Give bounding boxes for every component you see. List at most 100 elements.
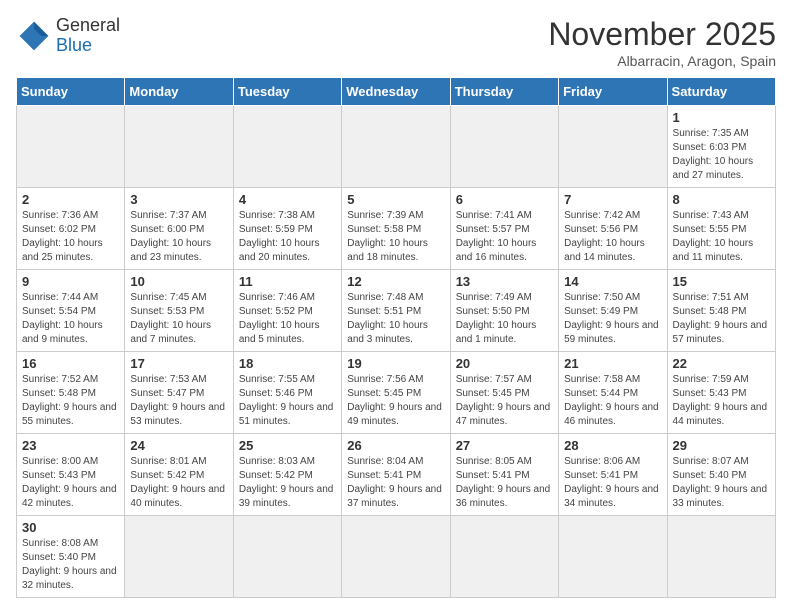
calendar-cell: 4 Sunrise: 7:38 AM Sunset: 5:59 PM Daylig… [233,188,341,270]
calendar-cell: 24Sunrise: 8:01 AM Sunset: 5:42 PM Dayli… [125,434,233,516]
cell-info: Sunrise: 8:00 AM Sunset: 5:43 PM Dayligh… [22,455,119,511]
calendar-cell: 12 Sunrise: 7:48 AM Sunset: 5:51 PM Dayli… [342,270,450,352]
cell-info: Sunrise: 7:43 AM Sunset: 5:55 PM Dayligh… [673,209,770,265]
cell-info: Sunrise: 7:45 AM Sunset: 5:53 PM Dayligh… [130,291,227,347]
date-number: 13 [456,274,553,289]
date-number: 12 [347,274,444,289]
date-number: 18 [239,356,336,371]
cell-info: Sunrise: 7:52 AM Sunset: 5:48 PM Dayligh… [22,373,119,429]
date-number: 30 [22,520,119,535]
calendar-cell: 20Sunrise: 7:57 AM Sunset: 5:45 PM Dayli… [450,352,558,434]
calendar-row-3: 16Sunrise: 7:52 AM Sunset: 5:48 PM Dayli… [17,352,776,434]
calendar-row-4: 23 Sunrise: 8:00 AM Sunset: 5:43 PM Dayli… [17,434,776,516]
calendar-row-0: 1Sunrise: 7:35 AM Sunset: 6:03 PM Daylig… [17,106,776,188]
calendar-cell: 7 Sunrise: 7:42 AM Sunset: 5:56 PM Daylig… [559,188,667,270]
date-number: 28 [564,438,661,453]
calendar-cell: 17 Sunrise: 7:53 AM Sunset: 5:47 PM Dayli… [125,352,233,434]
calendar-cell: 13 Sunrise: 7:49 AM Sunset: 5:50 PM Dayli… [450,270,558,352]
calendar-row-2: 9Sunrise: 7:44 AM Sunset: 5:54 PM Daylig… [17,270,776,352]
cell-info: Sunrise: 7:35 AM Sunset: 6:03 PM Dayligh… [673,127,770,183]
cell-info: Sunrise: 7:49 AM Sunset: 5:50 PM Dayligh… [456,291,553,347]
date-number: 23 [22,438,119,453]
date-number: 21 [564,356,661,371]
logo-text: General Blue [56,16,120,56]
calendar-cell: 1Sunrise: 7:35 AM Sunset: 6:03 PM Daylig… [667,106,775,188]
date-number: 7 [564,192,661,207]
cell-info: Sunrise: 7:42 AM Sunset: 5:56 PM Dayligh… [564,209,661,265]
day-header-monday: Monday [125,78,233,106]
cell-info: Sunrise: 8:06 AM Sunset: 5:41 PM Dayligh… [564,455,661,511]
calendar-row-5: 30 Sunrise: 8:08 AM Sunset: 5:40 PM Dayli… [17,516,776,598]
day-header-wednesday: Wednesday [342,78,450,106]
date-number: 3 [130,192,227,207]
calendar-cell [233,516,341,598]
calendar-cell: 2Sunrise: 7:36 AM Sunset: 6:02 PM Daylig… [17,188,125,270]
calendar-cell: 3Sunrise: 7:37 AM Sunset: 6:00 PM Daylig… [125,188,233,270]
date-number: 25 [239,438,336,453]
calendar-cell: 5 Sunrise: 7:39 AM Sunset: 5:58 PM Daylig… [342,188,450,270]
title-block: November 2025 Albarracin, Aragon, Spain [548,16,776,69]
calendar-cell: 6 Sunrise: 7:41 AM Sunset: 5:57 PM Daylig… [450,188,558,270]
date-number: 15 [673,274,770,289]
date-number: 10 [130,274,227,289]
calendar-cell: 14Sunrise: 7:50 AM Sunset: 5:49 PM Dayli… [559,270,667,352]
cell-info: Sunrise: 8:04 AM Sunset: 5:41 PM Dayligh… [347,455,444,511]
cell-info: Sunrise: 8:05 AM Sunset: 5:41 PM Dayligh… [456,455,553,511]
cell-info: Sunrise: 7:41 AM Sunset: 5:57 PM Dayligh… [456,209,553,265]
date-number: 29 [673,438,770,453]
calendar-cell: 19Sunrise: 7:56 AM Sunset: 5:45 PM Dayli… [342,352,450,434]
calendar-cell: 10 Sunrise: 7:45 AM Sunset: 5:53 PM Dayli… [125,270,233,352]
date-number: 24 [130,438,227,453]
calendar-cell: 29Sunrise: 8:07 AM Sunset: 5:40 PM Dayli… [667,434,775,516]
cell-info: Sunrise: 7:36 AM Sunset: 6:02 PM Dayligh… [22,209,119,265]
calendar-cell [342,516,450,598]
cell-info: Sunrise: 8:08 AM Sunset: 5:40 PM Dayligh… [22,537,119,593]
cell-info: Sunrise: 7:44 AM Sunset: 5:54 PM Dayligh… [22,291,119,347]
calendar-cell [559,516,667,598]
location: Albarracin, Aragon, Spain [548,53,776,69]
cell-info: Sunrise: 7:48 AM Sunset: 5:51 PM Dayligh… [347,291,444,347]
cell-info: Sunrise: 7:38 AM Sunset: 5:59 PM Dayligh… [239,209,336,265]
calendar-cell [342,106,450,188]
date-number: 26 [347,438,444,453]
cell-info: Sunrise: 7:55 AM Sunset: 5:46 PM Dayligh… [239,373,336,429]
calendar-cell [233,106,341,188]
day-header-friday: Friday [559,78,667,106]
calendar-cell [450,516,558,598]
calendar-cell: 23 Sunrise: 8:00 AM Sunset: 5:43 PM Dayli… [17,434,125,516]
calendar-cell: 16Sunrise: 7:52 AM Sunset: 5:48 PM Dayli… [17,352,125,434]
date-number: 4 [239,192,336,207]
calendar-cell: 27Sunrise: 8:05 AM Sunset: 5:41 PM Dayli… [450,434,558,516]
cell-info: Sunrise: 7:46 AM Sunset: 5:52 PM Dayligh… [239,291,336,347]
calendar-cell: 8 Sunrise: 7:43 AM Sunset: 5:55 PM Daylig… [667,188,775,270]
day-header-saturday: Saturday [667,78,775,106]
calendar-cell: 26 Sunrise: 8:04 AM Sunset: 5:41 PM Dayli… [342,434,450,516]
logo: General Blue [16,16,120,56]
cell-info: Sunrise: 7:57 AM Sunset: 5:45 PM Dayligh… [456,373,553,429]
cell-info: Sunrise: 7:53 AM Sunset: 5:47 PM Dayligh… [130,373,227,429]
calendar-cell [559,106,667,188]
cell-info: Sunrise: 7:59 AM Sunset: 5:43 PM Dayligh… [673,373,770,429]
cell-info: Sunrise: 7:39 AM Sunset: 5:58 PM Dayligh… [347,209,444,265]
calendar-cell: 22 Sunrise: 7:59 AM Sunset: 5:43 PM Dayli… [667,352,775,434]
calendar-cell: 18 Sunrise: 7:55 AM Sunset: 5:46 PM Dayli… [233,352,341,434]
date-number: 19 [347,356,444,371]
date-number: 5 [347,192,444,207]
calendar-table: SundayMondayTuesdayWednesdayThursdayFrid… [16,77,776,598]
cell-info: Sunrise: 7:58 AM Sunset: 5:44 PM Dayligh… [564,373,661,429]
calendar-cell [125,516,233,598]
date-number: 8 [673,192,770,207]
cell-info: Sunrise: 8:03 AM Sunset: 5:42 PM Dayligh… [239,455,336,511]
date-number: 6 [456,192,553,207]
date-number: 22 [673,356,770,371]
page-header: General Blue November 2025 Albarracin, A… [16,16,776,69]
calendar-cell: 28 Sunrise: 8:06 AM Sunset: 5:41 PM Dayli… [559,434,667,516]
day-header-tuesday: Tuesday [233,78,341,106]
calendar-cell [667,516,775,598]
calendar-cell [17,106,125,188]
month-title: November 2025 [548,16,776,53]
logo-icon [16,18,52,54]
calendar-cell [450,106,558,188]
date-number: 14 [564,274,661,289]
date-number: 17 [130,356,227,371]
